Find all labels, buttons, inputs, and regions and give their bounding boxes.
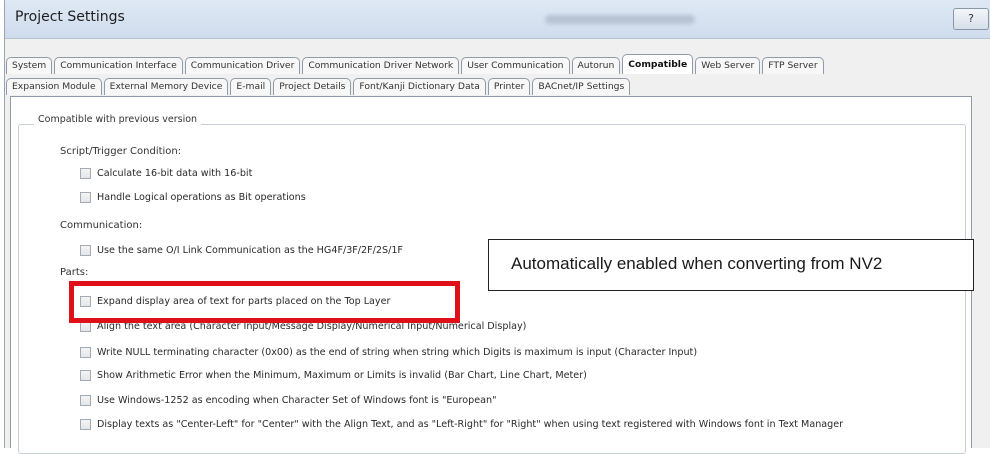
tab-communication-driver-network[interactable]: Communication Driver Network [302,57,460,74]
checkbox[interactable] [80,370,91,381]
checkbox[interactable] [80,347,91,358]
tab-communication-interface[interactable]: Communication Interface [54,57,183,74]
communication-section-label: Communication: [60,220,143,231]
highlight-box [69,281,460,323]
option-show-arithmetic-error[interactable]: Show Arithmetic Error when the Minimum, … [80,370,587,381]
tab-autorun[interactable]: Autorun [571,57,621,74]
option-display-texts-center-left[interactable]: Display texts as "Center-Left" for "Cent… [80,419,843,430]
parts-section-label: Parts: [60,267,89,278]
option-label: Display texts as "Center-Left" for "Cent… [97,419,844,430]
tab-row-2: Expansion Module External Memory Device … [6,75,632,95]
tab-expansion-module[interactable]: Expansion Module [6,78,102,95]
tab-communication-driver[interactable]: Communication Driver [184,57,301,74]
tab-email[interactable]: E-mail [230,78,272,95]
checkbox[interactable] [80,192,91,203]
checkbox[interactable] [80,168,91,179]
option-logical-bit-operations[interactable]: Handle Logical operations as Bit operati… [80,192,306,203]
option-label: Write NULL terminating character (0x00) … [97,347,698,358]
window-title: Project Settings [15,9,125,25]
option-oi-link-communication[interactable]: Use the same O/I Link Communication as t… [80,245,403,256]
tab-system[interactable]: System [6,57,53,74]
option-windows-1252-encoding[interactable]: Use Windows-1252 as encoding when Charac… [80,395,496,406]
blurred-title-text [545,15,695,24]
annotation-callout: Automatically enabled when converting fr… [488,239,974,291]
tab-bacnet-ip-settings[interactable]: BACnet/IP Settings [532,78,631,95]
option-label: Show Arithmetic Error when the Minimum, … [97,370,587,381]
title-bar: Project Settings ? [5,0,990,39]
option-calculate-16bit[interactable]: Calculate 16-bit data with 16-bit [80,168,252,179]
group-title: Compatible with previous version [34,114,202,125]
script-section-label: Script/Trigger Condition: [60,146,182,157]
tab-font-kanji-dictionary-data[interactable]: Font/Kanji Dictionary Data [353,78,486,95]
checkbox[interactable] [80,245,91,256]
tab-compatible[interactable]: Compatible [622,54,694,74]
checkbox[interactable] [80,419,91,430]
tab-external-memory-device[interactable]: External Memory Device [103,78,229,95]
checkbox[interactable] [80,395,91,406]
tab-user-communication[interactable]: User Communication [461,57,570,74]
help-button[interactable]: ? [953,8,989,30]
option-label: Use Windows-1252 as encoding when Charac… [97,395,497,406]
option-label: Calculate 16-bit data with 16-bit [97,168,253,179]
option-label: Handle Logical operations as Bit operati… [97,192,306,203]
tab-row-1: System Communication Interface Communica… [6,54,826,74]
tab-web-server[interactable]: Web Server [695,57,761,74]
option-label: Use the same O/I Link Communication as t… [97,245,403,256]
option-write-null-terminator[interactable]: Write NULL terminating character (0x00) … [80,347,697,358]
tab-ftp-server[interactable]: FTP Server [762,57,824,74]
tab-project-details[interactable]: Project Details [273,78,352,95]
tab-printer[interactable]: Printer [487,78,531,95]
